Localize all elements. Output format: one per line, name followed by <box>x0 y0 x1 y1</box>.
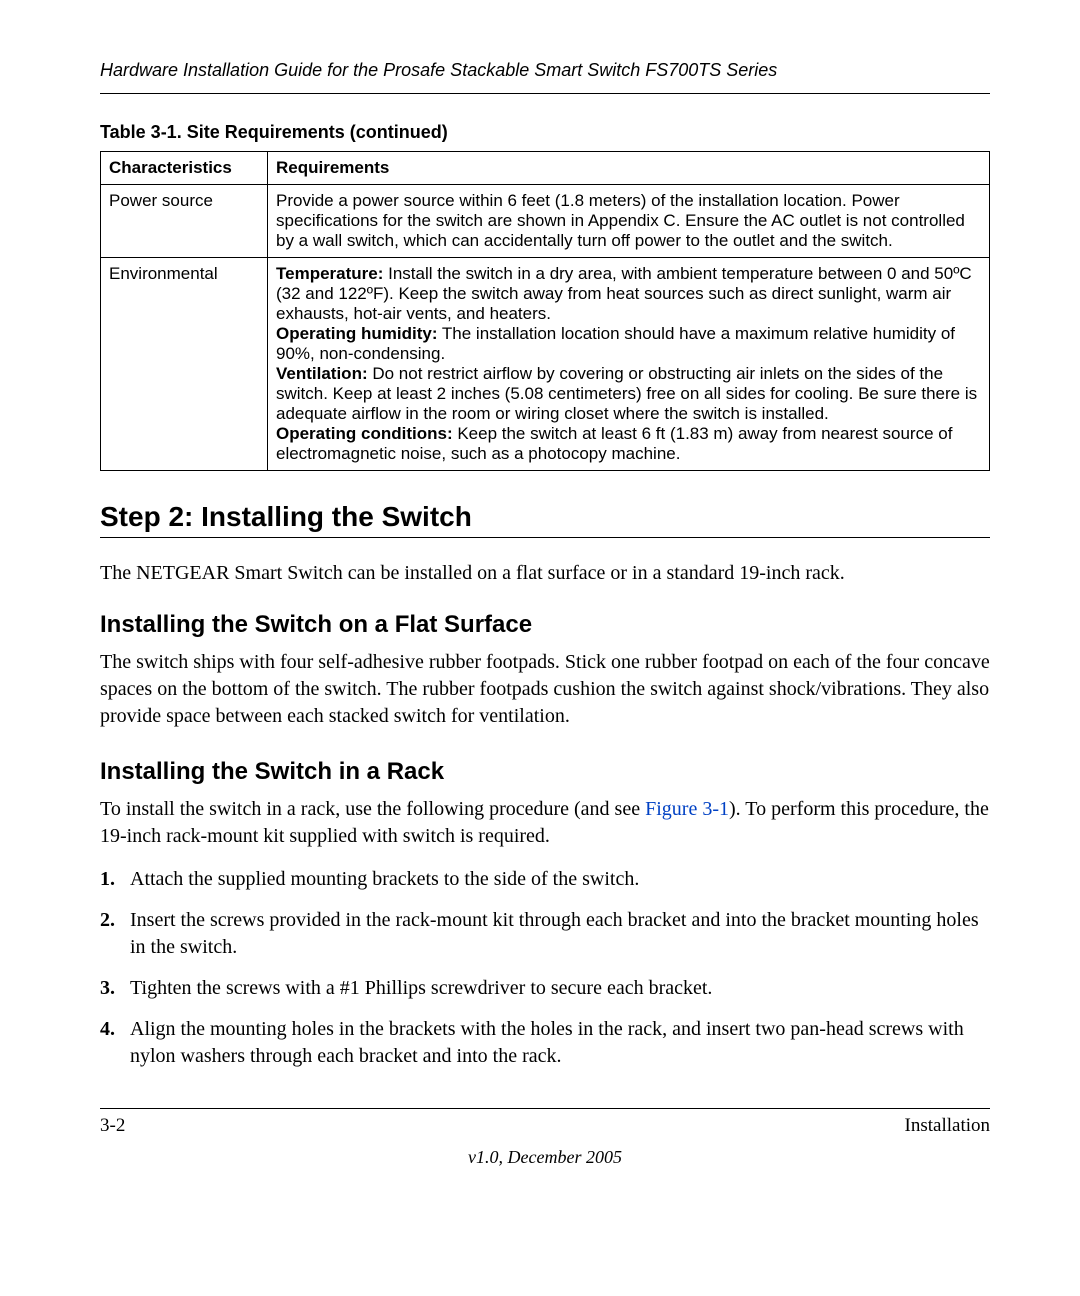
rack-intro-paragraph: To install the switch in a rack, use the… <box>100 796 990 850</box>
requirement-label: Ventilation: <box>276 364 368 383</box>
list-item: 1. Attach the supplied mounting brackets… <box>100 866 990 893</box>
list-marker: 3. <box>100 975 130 1002</box>
list-item: 4. Align the mounting holes in the brack… <box>100 1016 990 1070</box>
cell-requirement: Provide a power source within 6 feet (1.… <box>268 185 990 258</box>
list-item: 3. Tighten the screws with a #1 Phillips… <box>100 975 990 1002</box>
table-row: Power source Provide a power source with… <box>101 185 990 258</box>
th-requirements: Requirements <box>268 152 990 185</box>
requirement-label: Temperature: <box>276 264 383 283</box>
step-intro-paragraph: The NETGEAR Smart Switch can be installe… <box>100 560 990 587</box>
list-marker: 1. <box>100 866 130 893</box>
site-requirements-table: Characteristics Requirements Power sourc… <box>100 151 990 471</box>
list-text: Align the mounting holes in the brackets… <box>130 1016 990 1070</box>
cell-characteristic: Power source <box>101 185 268 258</box>
section-name: Installation <box>905 1115 990 1137</box>
flat-surface-paragraph: The switch ships with four self-adhesive… <box>100 649 990 730</box>
requirement-label: Operating humidity: <box>276 324 438 343</box>
table-header-row: Characteristics Requirements <box>101 152 990 185</box>
list-marker: 2. <box>100 907 130 961</box>
footer-rule <box>100 1108 990 1109</box>
table-row: Environmental Temperature: Install the s… <box>101 258 990 471</box>
flat-surface-heading: Installing the Switch on a Flat Surface <box>100 611 990 639</box>
heading-rule <box>100 537 990 538</box>
table-caption: Table 3-1. Site Requirements (continued) <box>100 122 990 143</box>
footer-row: 3-2 Installation <box>100 1115 990 1137</box>
running-header: Hardware Installation Guide for the Pros… <box>100 60 990 94</box>
document-page: Hardware Installation Guide for the Pros… <box>0 0 1080 1296</box>
rack-intro-pre: To install the switch in a rack, use the… <box>100 798 645 820</box>
list-marker: 4. <box>100 1016 130 1070</box>
step-heading: Step 2: Installing the Switch <box>100 501 990 533</box>
cell-requirement: Temperature: Install the switch in a dry… <box>268 258 990 471</box>
list-text: Insert the screws provided in the rack-m… <box>130 907 990 961</box>
list-text: Tighten the screws with a #1 Phillips sc… <box>130 975 990 1002</box>
rack-steps-list: 1. Attach the supplied mounting brackets… <box>100 866 990 1070</box>
requirement-label: Operating conditions: <box>276 424 453 443</box>
list-text: Attach the supplied mounting brackets to… <box>130 866 990 893</box>
th-characteristics: Characteristics <box>101 152 268 185</box>
figure-reference-link[interactable]: Figure 3-1 <box>645 798 729 820</box>
page-number: 3-2 <box>100 1115 125 1137</box>
rack-heading: Installing the Switch in a Rack <box>100 758 990 786</box>
cell-characteristic: Environmental <box>101 258 268 471</box>
list-item: 2. Insert the screws provided in the rac… <box>100 907 990 961</box>
footer-version: v1.0, December 2005 <box>100 1147 990 1168</box>
